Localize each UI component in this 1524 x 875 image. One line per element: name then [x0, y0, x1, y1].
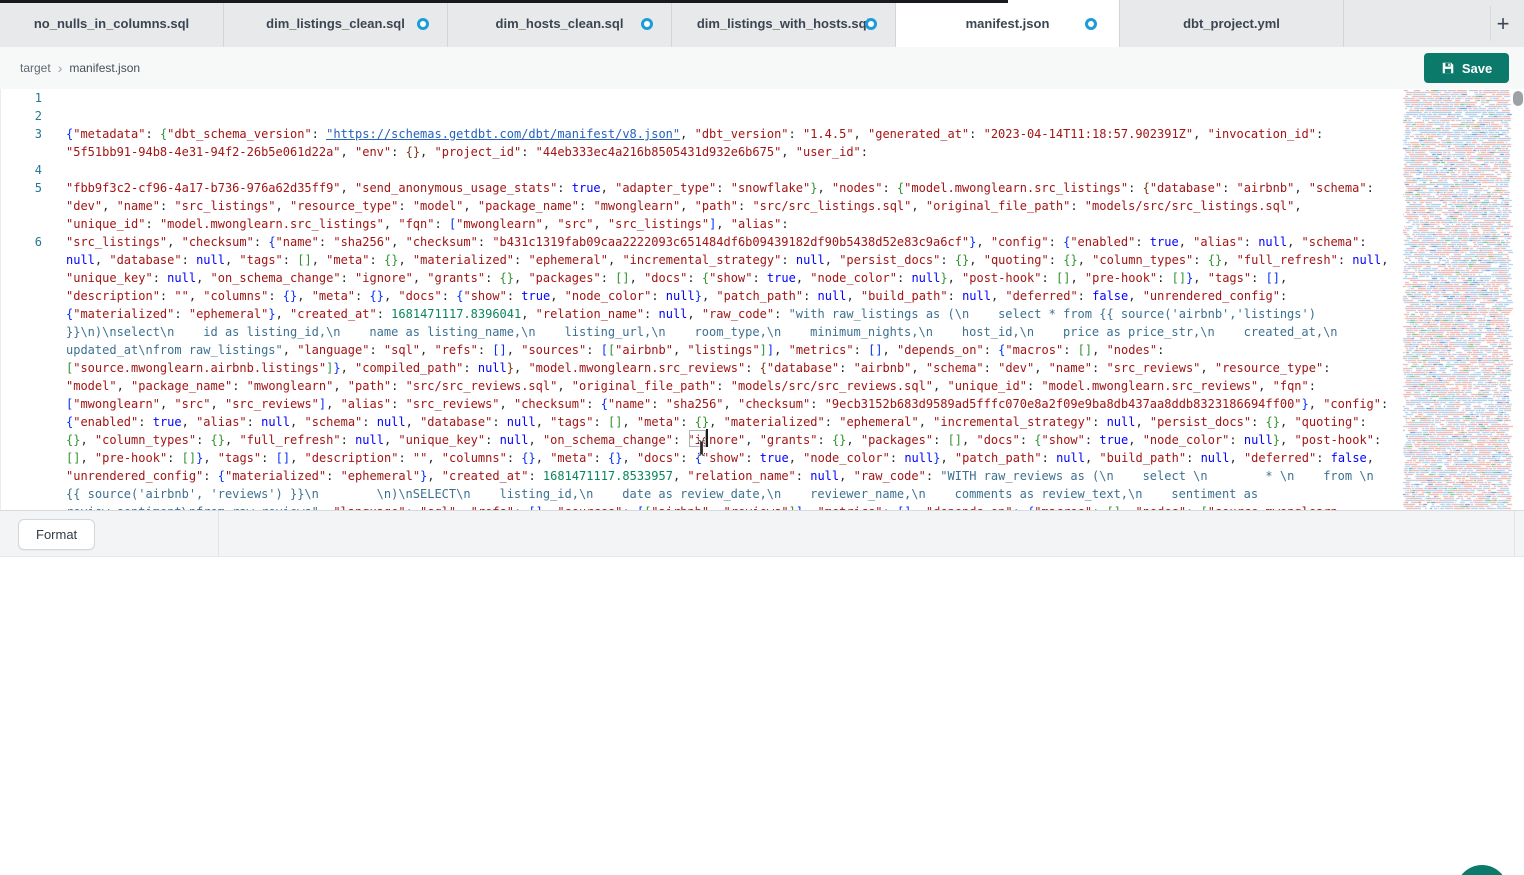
chevron-right-icon: › — [58, 61, 63, 75]
modified-indicator-icon — [641, 18, 653, 30]
breadcrumb: target › manifest.json — [20, 47, 140, 89]
results-pane — [0, 557, 1524, 875]
tab-dbt-project-yml[interactable]: dbt_project.yml — [1120, 0, 1344, 47]
line-number: 5 — [1, 179, 42, 233]
tab-dim-listings-with-hosts-sql[interactable]: dim_listings_with_hosts.sql — [672, 0, 896, 47]
code-line[interactable]: 4 — [1, 161, 1393, 179]
editor-footer-bar: Format — [0, 510, 1524, 557]
save-button-label: Save — [1462, 61, 1492, 76]
tab-manifest-json[interactable]: manifest.json — [896, 0, 1120, 47]
code-text[interactable] — [66, 89, 1392, 107]
line-number: 3 — [1, 125, 42, 161]
minimap[interactable] — [1401, 90, 1513, 510]
modified-indicator-icon — [417, 18, 429, 30]
tab-bar: no_nulls_in_columns.sql dim_listings_clea… — [0, 0, 1524, 47]
code-text[interactable]: "fbb9f3c2-cf96-4a17-b736-976a62d35ff9", … — [66, 179, 1392, 233]
line-number: 6 — [1, 233, 42, 510]
code-line[interactable]: 3 {"metadata": {"dbt_schema_version": "ht… — [1, 125, 1393, 161]
code-line[interactable]: 5 "fbb9f3c2-cf96-4a17-b736-976a62d35ff9",… — [1, 179, 1393, 233]
mouse-ibeam-cursor — [696, 439, 707, 457]
tab-label: dbt_project.yml — [1183, 16, 1280, 31]
tab-label: dim_listings_with_hosts.sql — [697, 16, 870, 31]
code-line[interactable]: 2 — [1, 107, 1393, 125]
code-line[interactable]: 6"src_listings", "checksum": {"name": "s… — [1, 233, 1393, 510]
window-top-border — [0, 0, 1008, 3]
tab-label: no_nulls_in_columns.sql — [34, 16, 189, 31]
modified-indicator-icon — [1085, 18, 1097, 30]
format-button[interactable]: Format — [18, 519, 95, 550]
tab-dim-hosts-clean-sql[interactable]: dim_hosts_clean.sql — [448, 0, 672, 47]
breadcrumb-file: manifest.json — [69, 61, 140, 75]
code-text[interactable]: "src_listings", "checksum": {"name": "sh… — [66, 233, 1392, 510]
footer-divider — [1514, 511, 1515, 556]
breadcrumb-bar: target › manifest.json Save — [0, 47, 1524, 89]
footer-divider — [218, 511, 219, 556]
code-editor[interactable]: 123 {"metadata": {"dbt_schema_version": "… — [0, 89, 1524, 510]
add-tab-button[interactable]: + — [1487, 0, 1519, 47]
breadcrumb-folder: target — [20, 61, 51, 75]
tab-label: manifest.json — [966, 16, 1050, 31]
tab-no-nulls-in-columns-sql[interactable]: no_nulls_in_columns.sql — [0, 0, 224, 47]
save-icon — [1441, 61, 1455, 75]
code-text[interactable] — [66, 107, 1392, 125]
code-line[interactable]: 1 — [1, 89, 1393, 107]
modified-indicator-icon — [865, 18, 877, 30]
tab-label: dim_listings_clean.sql — [266, 16, 405, 31]
line-number: 1 — [1, 89, 42, 107]
dbt-cloud-ide-window: no_nulls_in_columns.sql dim_listings_clea… — [0, 0, 1524, 875]
line-number: 2 — [1, 107, 42, 125]
code-text[interactable] — [66, 161, 1392, 179]
save-button[interactable]: Save — [1424, 53, 1509, 83]
tab-dim-listings-clean-sql[interactable]: dim_listings_clean.sql — [224, 0, 448, 47]
line-number: 4 — [1, 161, 42, 179]
tab-label: dim_hosts_clean.sql — [496, 16, 624, 31]
code-text[interactable]: {"metadata": {"dbt_schema_version": "htt… — [66, 125, 1392, 161]
scrollbar-thumb[interactable] — [1513, 91, 1523, 106]
